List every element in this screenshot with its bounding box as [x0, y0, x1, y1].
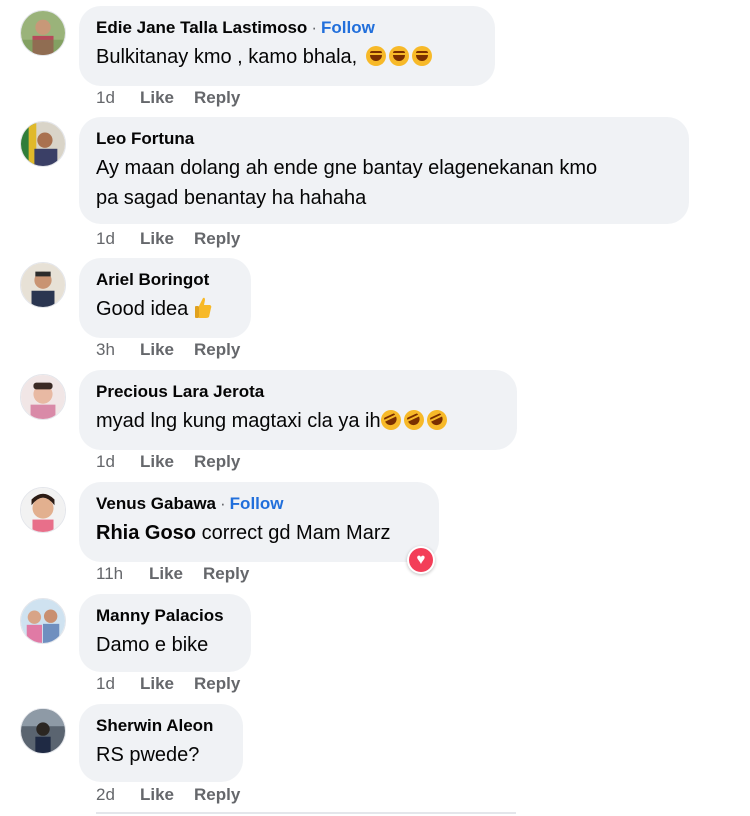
comment-author-line: Precious Lara Jerota	[96, 381, 499, 403]
reply-button[interactable]: Reply	[203, 564, 249, 584]
comment-actions: 1d Like Reply	[96, 88, 240, 108]
avatar[interactable]	[20, 121, 66, 167]
comment-author[interactable]: Leo Fortuna	[96, 129, 194, 148]
comment-text: Bulkitanay kmo , kamo bhala,	[96, 42, 477, 72]
comment-text: Damo e bike	[96, 630, 233, 660]
avatar[interactable]	[20, 10, 66, 56]
comment-actions: 11h Like Reply	[96, 564, 249, 584]
thumbs-up-emoji-icon	[195, 297, 212, 318]
comment-bubble: Manny Palacios Damo e bike	[79, 594, 251, 672]
comment-time[interactable]: 1d	[96, 88, 140, 108]
comment-actions: 2d Like Reply	[96, 785, 240, 805]
reply-button[interactable]: Reply	[194, 88, 240, 108]
comment-text-body: Good idea	[96, 298, 189, 320]
comment-author-line: Ariel Boringot	[96, 269, 233, 291]
avatar[interactable]	[20, 708, 66, 754]
divider	[96, 812, 516, 814]
comment-actions: 1d Like Reply	[96, 674, 240, 694]
comment-author-line: Leo Fortuna	[96, 128, 671, 150]
like-button[interactable]: Like	[140, 674, 174, 694]
comment-text: myad lng kung magtaxi cla ya ih	[96, 406, 499, 436]
mention-link[interactable]: Rhia Goso	[96, 522, 196, 544]
comment-bubble: Venus Gabawa · Follow Rhia Goso correct gd…	[79, 482, 439, 562]
comment-text-body: Bulkitanay kmo , kamo bhala,	[96, 46, 358, 68]
comment-text: Good idea	[96, 294, 233, 324]
comment-text-body: Damo e bike	[96, 634, 209, 656]
rolling-laugh-emoji-icon	[377, 406, 404, 434]
rolling-laugh-emoji-icon	[423, 406, 450, 434]
comment-time[interactable]: 1d	[96, 674, 140, 694]
comment-bubble: Edie Jane Talla Lastimoso · Follow Bulkita…	[79, 6, 495, 86]
avatar[interactable]	[20, 262, 66, 308]
comment-time[interactable]: 3h	[96, 340, 140, 360]
separator-dot: ·	[311, 18, 317, 37]
laughing-emoji-icon	[365, 46, 386, 66]
comment-author-line: Manny Palacios	[96, 605, 233, 627]
comment-text: Ay maan dolang ah ende gne bantay elagen…	[96, 153, 671, 213]
like-button[interactable]: Like	[140, 340, 174, 360]
separator-dot: ·	[220, 494, 226, 513]
comment-bubble: Ariel Boringot Good idea	[79, 258, 251, 338]
comment-text-body: correct gd Mam Marz	[201, 522, 391, 544]
comment-bubble: Precious Lara Jerota myad lng kung magta…	[79, 370, 517, 450]
like-button[interactable]: Like	[140, 785, 174, 805]
comment-author[interactable]: Ariel Boringot	[96, 270, 209, 289]
avatar[interactable]	[20, 487, 66, 533]
follow-button[interactable]: Follow	[321, 18, 375, 37]
reply-button[interactable]: Reply	[194, 229, 240, 249]
heart-reaction-badge[interactable]: ♥	[407, 546, 435, 574]
comment-text-line: Ay maan dolang ah ende gne bantay elagen…	[96, 157, 598, 179]
laughing-emoji-icon	[411, 46, 432, 66]
comment-actions: 1d Like Reply	[96, 452, 240, 472]
like-button[interactable]: Like	[140, 88, 174, 108]
comment-time[interactable]: 2d	[96, 785, 140, 805]
comment-text-line: pa sagad benantay ha hahaha	[96, 187, 367, 209]
follow-button[interactable]: Follow	[230, 494, 284, 513]
comment-author[interactable]: Edie Jane Talla Lastimoso	[96, 18, 307, 37]
heart-icon: ♥	[409, 548, 433, 572]
comment-author-line: Edie Jane Talla Lastimoso · Follow	[96, 17, 477, 39]
avatar[interactable]	[20, 374, 66, 420]
like-button[interactable]: Like	[140, 229, 174, 249]
comment-actions: 1d Like Reply	[96, 229, 240, 249]
comment-time[interactable]: 1d	[96, 452, 140, 472]
like-button[interactable]: Like	[149, 564, 183, 584]
comment-author-line: Sherwin Aleon	[96, 715, 225, 737]
like-button[interactable]: Like	[140, 452, 174, 472]
comment-author[interactable]: Manny Palacios	[96, 606, 224, 625]
comment-time[interactable]: 11h	[96, 564, 149, 584]
comment-text-body: RS pwede?	[96, 744, 200, 766]
comment-time[interactable]: 1d	[96, 229, 140, 249]
comment-actions: 3h Like Reply	[96, 340, 240, 360]
comment-text: RS pwede?	[96, 740, 225, 770]
reply-button[interactable]: Reply	[194, 340, 240, 360]
comment-bubble: Leo Fortuna Ay maan dolang ah ende gne b…	[79, 117, 689, 224]
rolling-laugh-emoji-icon	[400, 406, 427, 434]
comment-text: Rhia Goso correct gd Mam Marz	[96, 518, 421, 548]
comment-author[interactable]: Sherwin Aleon	[96, 716, 213, 735]
laughing-emoji-icon	[388, 46, 409, 66]
comment-author[interactable]: Precious Lara Jerota	[96, 382, 264, 401]
comment-text-body: myad lng kung magtaxi cla ya ih	[96, 410, 381, 432]
reply-button[interactable]: Reply	[194, 674, 240, 694]
comment-bubble: Sherwin Aleon RS pwede?	[79, 704, 243, 782]
avatar[interactable]	[20, 598, 66, 644]
comment-author-line: Venus Gabawa · Follow	[96, 493, 421, 515]
reply-button[interactable]: Reply	[194, 785, 240, 805]
comment-author[interactable]: Venus Gabawa	[96, 494, 216, 513]
reply-button[interactable]: Reply	[194, 452, 240, 472]
